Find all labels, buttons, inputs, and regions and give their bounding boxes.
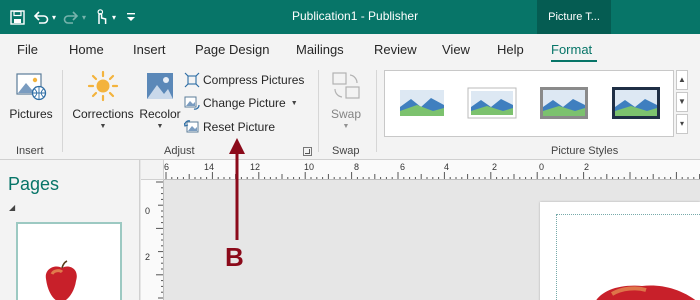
change-picture-button[interactable]: Change Picture ▼ [184,93,298,113]
apple-picture[interactable] [590,282,700,300]
active-tab-indicator [551,60,597,62]
undo-dropdown-icon[interactable]: ▾ [52,13,56,22]
window-title: Publication1 - Publisher [292,9,419,23]
recolor-button[interactable]: Recolor ▼ [138,70,182,130]
ruler-label: 12 [250,162,260,172]
ruler-label: 14 [204,162,214,172]
gallery-scroll-up-icon[interactable]: ▲ [676,70,688,90]
pictures-label: Pictures [9,107,53,121]
pictures-button[interactable]: Pictures [8,70,54,121]
corrections-label: Corrections [72,107,134,121]
ruler-label: 8 [354,162,359,172]
gallery-scroll-down-icon[interactable]: ▼ [676,92,688,112]
change-picture-label: Change Picture [203,96,286,110]
pictures-icon [16,73,47,101]
recolor-label: Recolor [139,107,181,121]
tab-file[interactable]: File [17,42,38,57]
pages-pane: Pages ◢ [0,160,140,300]
group-divider [318,70,319,152]
save-icon[interactable] [8,8,26,26]
quick-access-toolbar: ▾ ▾ ▾ [8,7,140,27]
picture-style-thumbnail[interactable] [397,85,447,121]
tab-help[interactable]: Help [497,42,524,57]
picture-styles-gallery [384,70,674,137]
swap-label: Swap [330,107,362,121]
recolor-dropdown-icon: ▼ [156,123,164,130]
vertical-ruler-ticks: 0 2 [145,181,163,299]
tab-format[interactable]: Format [551,42,592,57]
touch-mode-icon[interactable] [92,8,110,26]
ruler-label: 2 [492,162,497,172]
ruler-label: 10 [304,162,314,172]
reset-picture-icon [184,120,199,133]
picture-tools-context-tab[interactable]: Picture T... [537,0,611,34]
corrections-icon [87,70,119,102]
picture-style-thumbnail[interactable] [539,85,589,121]
redo-dropdown-icon: ▾ [82,12,87,22]
swap-group-label: Swap [332,145,360,157]
corrections-dropdown-icon: ▼ [99,123,107,130]
touch-mode-dropdown-icon[interactable]: ▾ [112,13,116,22]
picture-style-thumbnail[interactable] [611,85,661,121]
publication-page[interactable] [540,202,700,300]
tab-page-design[interactable]: Page Design [195,42,269,57]
group-divider [376,70,377,152]
recolor-icon [147,73,173,99]
corrections-button[interactable]: Corrections ▼ [72,70,134,130]
callout-arrow [229,138,245,240]
picture-style-thumbnail[interactable] [467,85,517,121]
ruler-label: 2 [584,162,589,172]
undo-icon[interactable] [32,8,50,26]
ruler-label: 2 [145,252,150,262]
pages-pane-title: Pages [8,174,60,194]
pages-collapse-icon[interactable]: ◢ [9,203,15,212]
callout-label: B [225,242,244,272]
insert-group-label: Insert [16,145,44,157]
gallery-more-icon[interactable]: ▾ [676,114,688,134]
picture-styles-group-label: Picture Styles [551,145,619,157]
apple-thumbnail-image [45,260,77,300]
vertical-ruler[interactable]: 0 2 [141,180,164,300]
compress-pictures-icon [184,72,200,88]
ruler-label: 0 [145,206,150,216]
tab-home[interactable]: Home [69,42,104,57]
swap-dropdown-icon: ▼ [342,123,350,130]
swap-icon [332,72,360,99]
ribbon: Pictures Insert Corrections ▼ Recolor ▼ [0,64,700,160]
ruler-label: 6 [400,162,405,172]
title-bar: ▾ ▾ ▾ Publication1 - Publisher Picture T… [0,0,700,34]
reset-picture-button[interactable]: Reset Picture [184,117,275,137]
tab-mailings[interactable]: Mailings [296,42,344,57]
adjust-dialog-launcher-icon[interactable] [303,147,312,156]
ruler-label: 6 [164,162,169,172]
compress-pictures-button[interactable]: Compress Pictures [184,70,304,90]
change-picture-dropdown-icon: ▼ [290,99,298,107]
change-picture-icon [184,96,200,110]
ruler-corner [141,160,164,180]
ruler-label: 4 [444,162,449,172]
customize-qat-icon[interactable] [122,8,140,26]
ruler-label: 0 [539,162,544,172]
tab-view[interactable]: View [442,42,470,57]
group-divider [62,70,63,152]
reset-picture-label: Reset Picture [203,120,276,134]
swap-button: Swap ▼ [326,70,366,130]
tab-review[interactable]: Review [374,42,417,57]
page-thumbnail[interactable] [16,222,122,300]
adjust-group-label: Adjust [164,145,195,157]
redo-icon [62,8,80,26]
tab-insert[interactable]: Insert [133,42,166,57]
compress-pictures-label: Compress Pictures [203,73,305,87]
